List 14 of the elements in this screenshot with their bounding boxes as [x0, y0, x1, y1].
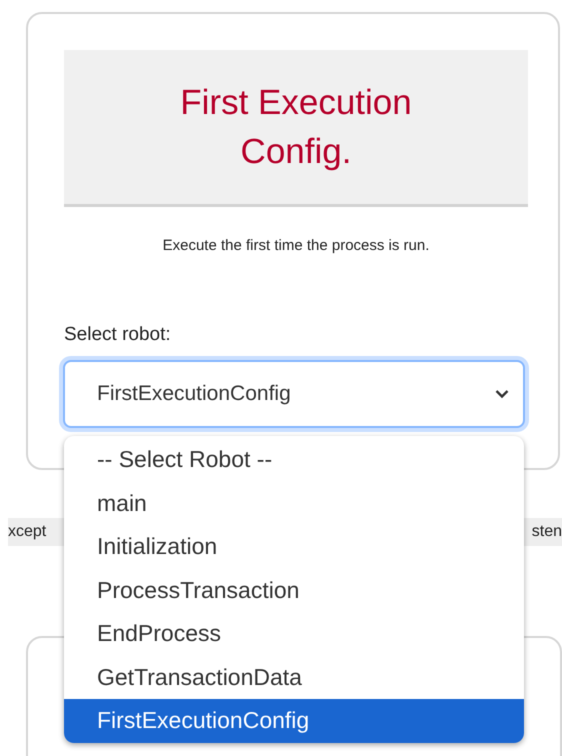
dropdown-option[interactable]: -- Select Robot -- — [64, 438, 524, 482]
partial-text: xcept — [8, 523, 46, 541]
dropdown-option[interactable]: Initialization — [64, 525, 524, 568]
description-text: Execute the first time the process is run. — [162, 237, 430, 254]
dropdown-option[interactable]: ProcessTransaction — [64, 568, 524, 612]
partial-text: sten — [532, 523, 562, 541]
robot-select[interactable]: FirstExecutionConfig — [63, 360, 525, 428]
card-title: First Execution Config. — [179, 82, 413, 173]
dropdown-option[interactable]: EndProcess — [64, 612, 524, 656]
chevron-down-icon — [495, 389, 509, 399]
dropdown-option[interactable]: main — [64, 482, 524, 525]
dropdown-option[interactable]: FirstExecutionConfig — [64, 699, 524, 742]
field-label: Select robot: — [64, 324, 172, 346]
dropdown-option[interactable]: GetTransactionData — [64, 656, 524, 699]
